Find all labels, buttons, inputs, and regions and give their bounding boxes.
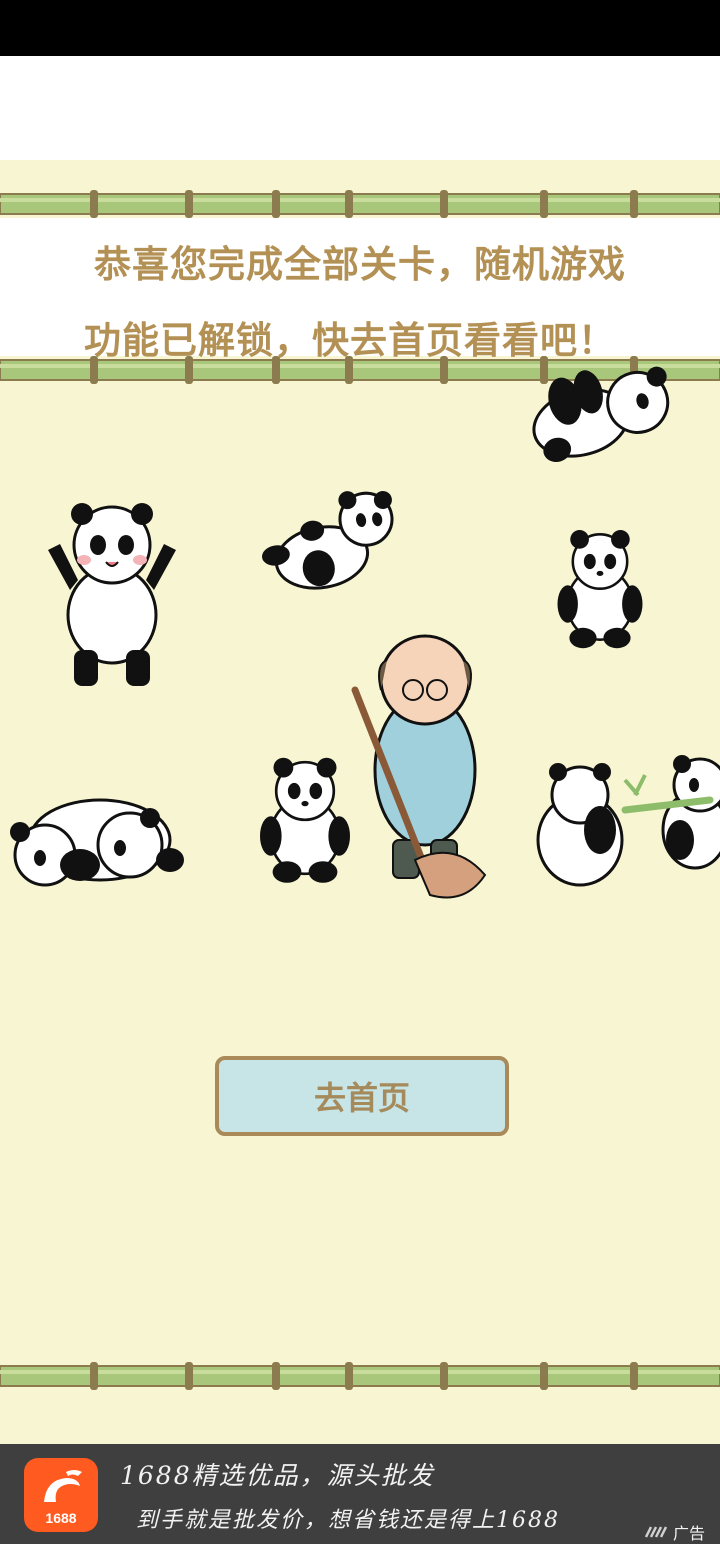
ad-title[interactable]: 1688精选优品，源头批发 <box>120 1456 435 1492</box>
zookeeper-with-broom <box>351 634 487 899</box>
panda-pair-with-bamboo-right <box>536 755 720 887</box>
ad-subtitle[interactable]: 到手就是批发价，想省钱还是得上1688 <box>136 1502 560 1534</box>
panda-standing-center <box>258 756 352 885</box>
panda-waving-left <box>48 503 176 686</box>
panda-sitting-right <box>556 528 644 650</box>
panda-pair-lying-left <box>10 798 184 887</box>
top-blank <box>0 56 720 160</box>
bamboo-rail-top <box>0 190 720 218</box>
panda-lying-top-right <box>532 366 670 462</box>
status-bar <box>0 0 720 56</box>
bamboo-rail-bottom <box>0 1362 720 1390</box>
ad-app-logo[interactable]: 1688 <box>24 1458 98 1532</box>
panda-scene-illustration <box>10 366 720 899</box>
go-home-button[interactable]: 去首页 <box>215 1056 509 1136</box>
congrats-message-line-1: 恭喜您完成全部关卡，随机游戏 <box>94 243 626 286</box>
go-home-button-label: 去首页 <box>313 1079 410 1117</box>
ad-logo-text: 1688 <box>45 1510 77 1526</box>
panda-rolling-center <box>262 490 394 590</box>
ad-badge: 广告 <box>644 1520 705 1544</box>
ad-network-icon <box>644 1526 668 1538</box>
ad-badge-label: 广告 <box>673 1524 706 1543</box>
